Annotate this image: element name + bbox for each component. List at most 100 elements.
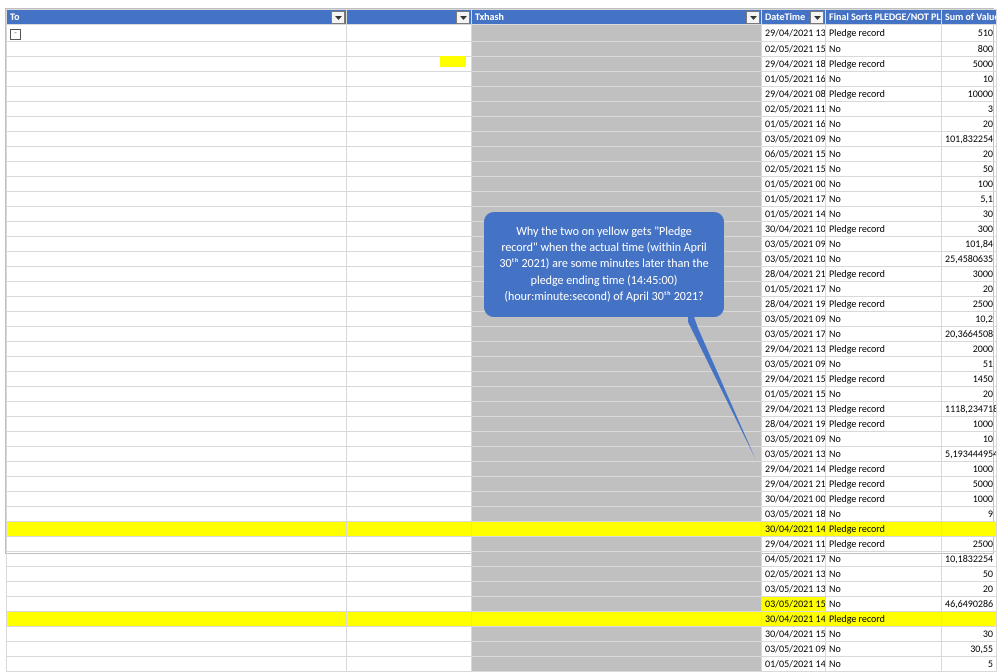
- cell-blank[interactable]: [347, 42, 472, 57]
- cell-sorts[interactable]: Pledge record: [826, 522, 942, 537]
- cell-txhash[interactable]: [472, 25, 762, 42]
- cell-sum[interactable]: 5000: [942, 57, 997, 72]
- cell-datetime[interactable]: 02/05/2021 13:54: [762, 567, 826, 582]
- cell-txhash[interactable]: [472, 477, 762, 492]
- cell-sorts[interactable]: Pledge record: [826, 372, 942, 387]
- table-row[interactable]: 30/04/2021 14:49Pledge record: [7, 522, 997, 537]
- cell-txhash[interactable]: [472, 552, 762, 567]
- cell-datetime[interactable]: 01/05/2021 17:43: [762, 282, 826, 297]
- cell-txhash[interactable]: [472, 147, 762, 162]
- cell-sorts[interactable]: No: [826, 387, 942, 402]
- table-row[interactable]: 03/05/2021 09:10No10: [7, 432, 997, 447]
- cell-txhash[interactable]: [472, 612, 762, 627]
- cell-blank[interactable]: [347, 297, 472, 312]
- cell-to[interactable]: [7, 102, 347, 117]
- cell-txhash[interactable]: [472, 582, 762, 597]
- cell-sum[interactable]: 9: [942, 507, 997, 522]
- cell-txhash[interactable]: [472, 537, 762, 552]
- cell-sum[interactable]: 10: [942, 72, 997, 87]
- table-row[interactable]: 01/05/2021 16:44No20: [7, 117, 997, 132]
- table-row[interactable]: 30/04/2021 00:43Pledge record1000: [7, 492, 997, 507]
- cell-sorts[interactable]: No: [826, 252, 942, 267]
- cell-sum[interactable]: 51: [942, 357, 997, 372]
- cell-blank[interactable]: [347, 447, 472, 462]
- table-row[interactable]: 30/04/2021 14:51Pledge record: [7, 612, 997, 627]
- cell-sum[interactable]: 5: [942, 657, 997, 672]
- cell-to[interactable]: [7, 507, 347, 522]
- filter-button-to[interactable]: [331, 11, 345, 24]
- cell-datetime[interactable]: 02/05/2021 15:32: [762, 42, 826, 57]
- cell-sum[interactable]: 3: [942, 102, 997, 117]
- cell-datetime[interactable]: 03/05/2021 10:14: [762, 252, 826, 267]
- cell-blank[interactable]: [347, 162, 472, 177]
- table-row[interactable]: 29/04/2021 14:26Pledge record1000: [7, 462, 997, 477]
- cell-to[interactable]: [7, 612, 347, 627]
- table-row[interactable]: 01/05/2021 14:55No5: [7, 657, 997, 672]
- table-row[interactable]: 30/04/2021 15:00No30: [7, 627, 997, 642]
- cell-datetime[interactable]: 01/05/2021 14:55: [762, 657, 826, 672]
- cell-datetime[interactable]: 01/05/2021 16:43: [762, 72, 826, 87]
- cell-sum[interactable]: 10: [942, 432, 997, 447]
- cell-sorts[interactable]: No: [826, 507, 942, 522]
- table-row[interactable]: 29/04/2021 08:13Pledge record10000: [7, 87, 997, 102]
- table-row[interactable]: 29/04/2021 13:42Pledge record1118,234718: [7, 402, 997, 417]
- cell-sorts[interactable]: Pledge record: [826, 537, 942, 552]
- cell-datetime[interactable]: 01/05/2021 00:13: [762, 177, 826, 192]
- cell-blank[interactable]: [347, 612, 472, 627]
- cell-to[interactable]: [7, 567, 347, 582]
- cell-blank[interactable]: [347, 537, 472, 552]
- cell-sorts[interactable]: Pledge record: [826, 492, 942, 507]
- col-header-sorts[interactable]: Final Sorts PLEDGE/NOT PLEDGE: [826, 10, 942, 25]
- cell-blank[interactable]: [347, 222, 472, 237]
- cell-blank[interactable]: [347, 627, 472, 642]
- table-row[interactable]: 03/05/2021 17:18No20,3664508: [7, 327, 997, 342]
- cell-to[interactable]: [7, 237, 347, 252]
- cell-datetime[interactable]: 01/05/2021 14:26: [762, 207, 826, 222]
- cell-blank[interactable]: [347, 522, 472, 537]
- cell-to[interactable]: -: [7, 25, 347, 42]
- cell-blank[interactable]: [347, 132, 472, 147]
- cell-datetime[interactable]: 29/04/2021 11:51: [762, 537, 826, 552]
- table-row[interactable]: 03/05/2021 09:31No101,832254: [7, 132, 997, 147]
- cell-sorts[interactable]: Pledge record: [826, 342, 942, 357]
- cell-blank[interactable]: [347, 117, 472, 132]
- cell-sum[interactable]: [942, 612, 997, 627]
- cell-sorts[interactable]: No: [826, 192, 942, 207]
- table-row[interactable]: -29/04/2021 13:06Pledge record510: [7, 25, 997, 42]
- cell-txhash[interactable]: [472, 642, 762, 657]
- cell-sorts[interactable]: Pledge record: [826, 25, 942, 42]
- table-row[interactable]: 03/05/2021 18:19No9: [7, 507, 997, 522]
- cell-datetime[interactable]: 28/04/2021 21:54: [762, 267, 826, 282]
- table-row[interactable]: 29/04/2021 15:54Pledge record1450: [7, 372, 997, 387]
- cell-to[interactable]: [7, 117, 347, 132]
- cell-sum[interactable]: 10000: [942, 87, 997, 102]
- cell-sorts[interactable]: No: [826, 282, 942, 297]
- cell-to[interactable]: [7, 627, 347, 642]
- cell-sum[interactable]: 5,193444954: [942, 447, 997, 462]
- cell-blank[interactable]: [347, 372, 472, 387]
- table-row[interactable]: 03/05/2021 13:38No20: [7, 582, 997, 597]
- cell-to[interactable]: [7, 87, 347, 102]
- cell-sorts[interactable]: No: [826, 42, 942, 57]
- table-row[interactable]: 03/05/2021 09:41No30,55: [7, 642, 997, 657]
- cell-sorts[interactable]: Pledge record: [826, 612, 942, 627]
- cell-sorts[interactable]: Pledge record: [826, 222, 942, 237]
- cell-sorts[interactable]: Pledge record: [826, 87, 942, 102]
- cell-sum[interactable]: 101,832254: [942, 132, 997, 147]
- cell-txhash[interactable]: [472, 72, 762, 87]
- cell-sum[interactable]: 1000: [942, 462, 997, 477]
- col-header-to[interactable]: To: [7, 10, 347, 25]
- cell-blank[interactable]: [347, 462, 472, 477]
- cell-to[interactable]: [7, 582, 347, 597]
- cell-sorts[interactable]: Pledge record: [826, 57, 942, 72]
- cell-txhash[interactable]: [472, 177, 762, 192]
- cell-datetime[interactable]: 03/05/2021 09:41: [762, 642, 826, 657]
- cell-blank[interactable]: [347, 312, 472, 327]
- cell-blank[interactable]: [347, 102, 472, 117]
- cell-sum[interactable]: 10,1832254: [942, 552, 997, 567]
- cell-blank[interactable]: [347, 177, 472, 192]
- cell-to[interactable]: [7, 657, 347, 672]
- cell-sorts[interactable]: No: [826, 72, 942, 87]
- cell-blank[interactable]: [347, 657, 472, 672]
- cell-blank[interactable]: [347, 252, 472, 267]
